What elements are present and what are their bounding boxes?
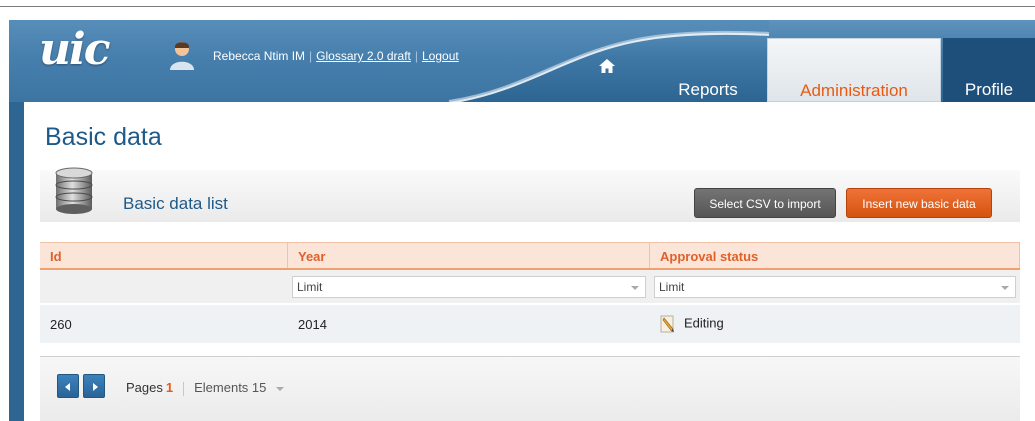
filter-cell-year: Limit — [288, 270, 650, 303]
column-header-year[interactable]: Year — [288, 243, 650, 268]
cell-year: 2014 — [298, 316, 327, 332]
page-title: Basic data — [45, 123, 162, 151]
separator — [183, 381, 185, 396]
user-name: Rebecca Ntim IM — [213, 49, 306, 63]
pages-label: Pages — [126, 380, 163, 395]
column-header-id[interactable]: Id — [40, 243, 288, 268]
cell-id: 260 — [50, 316, 72, 332]
pencil-paper-icon — [660, 315, 674, 333]
user-bar: Rebecca Ntim IM | Glossary 2.0 draft | Logou… — [213, 49, 459, 63]
cell-status: Editing — [650, 314, 1020, 334]
top-rule — [0, 6, 1035, 7]
tab-reports[interactable]: Reports — [653, 57, 763, 101]
data-grid: Id Year Approval status Limit Limit 260 … — [40, 242, 1020, 343]
current-page: 1 — [165, 380, 174, 395]
select-csv-button[interactable]: Select CSV to import — [694, 188, 836, 218]
table-row[interactable]: 260 2014 Editing — [40, 305, 1020, 343]
uic-logo[interactable]: uic — [39, 24, 110, 75]
panel-title: Basic data list — [123, 194, 228, 213]
insert-basic-data-button[interactable]: Insert new basic data — [846, 188, 992, 218]
grid-header: Id Year Approval status — [40, 242, 1020, 270]
filter-row: Limit Limit — [40, 270, 1020, 303]
arrow-left-icon — [65, 383, 70, 391]
previous-page-button[interactable] — [57, 374, 79, 398]
pager-footer: Pages 1 Elements 15 — [40, 356, 1020, 421]
tab-administration-label: Administration — [800, 81, 908, 100]
chevron-down-icon — [631, 285, 639, 290]
status-filter-select[interactable]: Limit — [654, 275, 1016, 298]
main-content: Basic data Basic data list Select CSV to… — [24, 102, 1035, 421]
separator: | — [309, 49, 313, 63]
status-filter-value: Limit — [659, 279, 685, 294]
tab-profile-label: Profile — [964, 80, 1014, 99]
app-header: uic Rebecca Ntim IM | Glossary 2.0 draft | L… — [9, 20, 1035, 102]
user-avatar-icon — [170, 42, 194, 70]
separator: | — [414, 49, 418, 63]
chevron-down-icon[interactable] — [276, 386, 285, 391]
year-filter-select[interactable]: Limit — [292, 275, 646, 298]
year-filter-value: Limit — [297, 279, 323, 294]
chevron-down-icon — [1001, 285, 1009, 290]
database-icon — [55, 167, 93, 214]
logout-link[interactable]: Logout — [422, 49, 459, 63]
next-page-button[interactable] — [83, 374, 105, 398]
arrow-right-icon — [93, 383, 98, 391]
home-icon[interactable] — [598, 57, 616, 75]
tab-administration[interactable]: Administration — [767, 38, 941, 102]
elements-per-page[interactable]: Elements 15 — [194, 380, 266, 395]
column-header-approval-status[interactable]: Approval status — [650, 243, 1020, 268]
glossary-link[interactable]: Glossary 2.0 draft — [316, 49, 411, 63]
filter-cell-id — [40, 270, 288, 303]
pager-info: Pages 1 Elements 15 — [126, 380, 285, 396]
tab-reports-label: Reports — [678, 80, 738, 99]
status-label: Editing — [684, 315, 724, 331]
tab-profile[interactable]: Profile — [943, 38, 1035, 102]
filter-cell-status: Limit — [650, 270, 1020, 303]
